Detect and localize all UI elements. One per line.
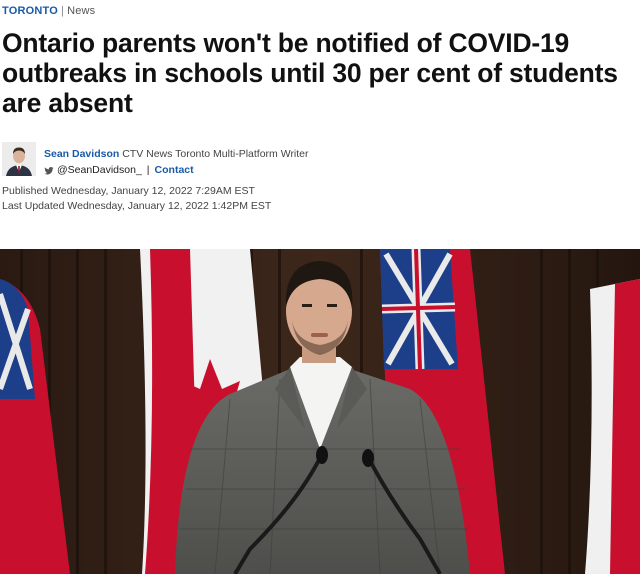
author-avatar[interactable]	[2, 142, 36, 176]
breadcrumb-separator: |	[61, 5, 65, 17]
byline: Sean Davidson CTV News Toronto Multi-Pla…	[2, 142, 309, 178]
canada-flag-right	[585, 279, 640, 574]
byline-divider: |	[146, 164, 150, 176]
article-headline: Ontario parents won't be notified of COV…	[2, 28, 618, 118]
lead-image[interactable]	[0, 249, 640, 574]
breadcrumb-section: News	[67, 5, 96, 17]
twitter-icon[interactable]	[44, 165, 54, 175]
author-link[interactable]: Sean Davidson	[44, 148, 119, 160]
contact-link[interactable]: Contact	[155, 162, 194, 178]
published-date: Published Wednesday, January 12, 2022 7:…	[2, 185, 255, 197]
twitter-handle[interactable]: @SeanDavidson_	[57, 162, 142, 178]
breadcrumb-region-link[interactable]: TORONTO	[2, 5, 58, 17]
updated-date: Last Updated Wednesday, January 12, 2022…	[2, 200, 272, 212]
article-dates: Published Wednesday, January 12, 2022 7:…	[2, 184, 271, 214]
breadcrumb: TORONTO | News	[2, 5, 95, 17]
author-role: CTV News Toronto Multi-Platform Writer	[122, 148, 309, 160]
